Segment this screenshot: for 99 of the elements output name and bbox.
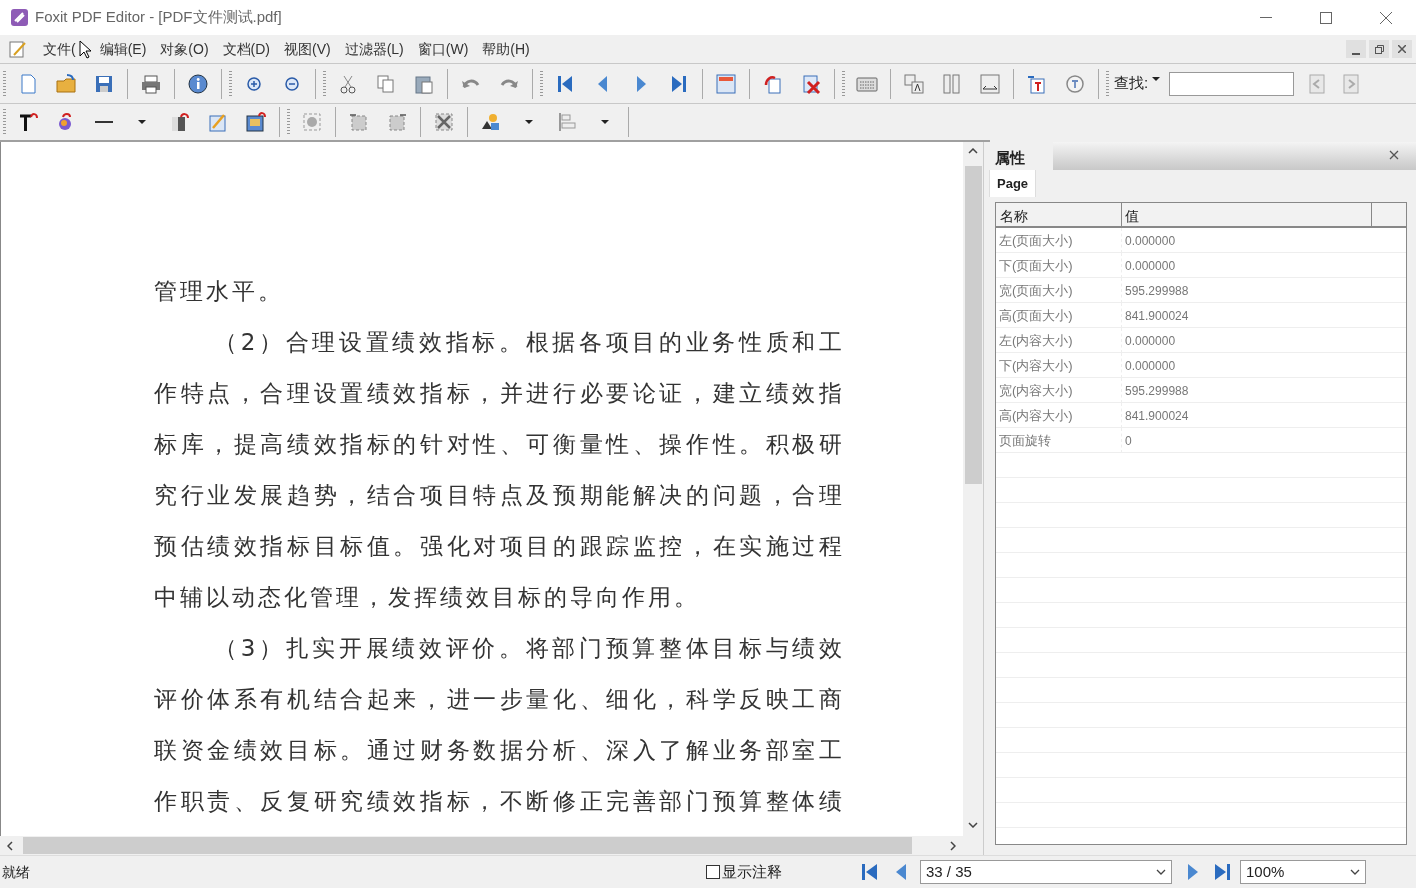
menu-item[interactable]: 视图(V) — [277, 38, 338, 60]
minimize-icon — [1260, 16, 1272, 19]
maximize-icon — [1320, 11, 1332, 24]
scroll-down-icon[interactable] — [968, 822, 978, 828]
search-field[interactable] — [1169, 71, 1295, 96]
property-name: 页面旋转 — [996, 428, 1122, 453]
group-icon[interactable] — [386, 111, 408, 133]
document-text-line: （3）扎实开展绩效评价。将部门预算整体目标与绩效 — [214, 634, 842, 663]
add-text-icon[interactable] — [17, 111, 39, 133]
close-icon[interactable] — [1389, 150, 1399, 160]
menu-item[interactable]: 过滤器(L) — [337, 38, 411, 60]
mdi-minimize-button[interactable] — [1346, 40, 1366, 58]
close-icon — [1398, 45, 1406, 53]
zoom-dropdown[interactable]: 100% — [1240, 860, 1366, 884]
scrollbar-thumb[interactable] — [23, 837, 912, 854]
scroll-up-icon[interactable] — [968, 148, 978, 154]
scrollbar-thumb[interactable] — [964, 166, 982, 484]
document-text-line: 作职责、反复研究绩效指标，不断修正完善部门预算整体绩 — [154, 787, 842, 816]
caret-icon — [1156, 869, 1166, 875]
property-value: 0.000000 — [1124, 333, 1177, 350]
next-page-icon[interactable] — [1186, 863, 1200, 881]
toolbar-grip[interactable] — [3, 109, 6, 135]
app-logo-icon — [10, 8, 29, 27]
printer-icon[interactable] — [140, 72, 162, 95]
text-spacing-icon[interactable] — [979, 72, 1001, 95]
panel-title: 属性 — [986, 142, 1053, 170]
document-edit-icon — [8, 39, 28, 59]
group-icon[interactable] — [348, 111, 370, 133]
property-name: 左(内容大小) — [996, 328, 1122, 353]
property-name: 高(内容大小) — [996, 403, 1122, 428]
close-icon — [1380, 11, 1392, 24]
document-text-line: 联资金绩效目标。通过财务数据分析、深入了解业务部室工 — [154, 736, 842, 765]
search-label: 查找: — [1114, 73, 1149, 94]
last-page-icon[interactable] — [1212, 863, 1232, 881]
toolbar-grip[interactable] — [842, 70, 845, 97]
property-value: 0 — [1124, 433, 1133, 450]
document-text-line: 预估绩效指标目标值。强化对项目的跟踪监控，在实施过程 — [154, 532, 842, 561]
property-value: 0.000000 — [1124, 233, 1177, 250]
document-text-line: 管理水平。 — [154, 277, 285, 306]
restore-icon — [1374, 44, 1384, 54]
toolbar-grip[interactable] — [229, 70, 232, 97]
property-name: 左(页面大小) — [996, 228, 1122, 253]
copy-icon[interactable] — [375, 72, 397, 95]
column-header[interactable]: 值 — [1122, 203, 1372, 226]
menu-item[interactable]: 文档(D) — [215, 38, 277, 60]
text-circle-icon[interactable] — [1064, 72, 1086, 95]
panel-tab[interactable]: Page — [989, 170, 1037, 197]
toolbar-grip[interactable] — [1106, 70, 1109, 97]
form-icon[interactable] — [715, 72, 737, 95]
menu-item[interactable]: 帮助(H) — [475, 38, 537, 60]
shapes-icon[interactable] — [480, 111, 502, 133]
property-name: 下(内容大小) — [996, 353, 1122, 378]
mdi-close-button[interactable] — [1392, 40, 1412, 58]
align-icon[interactable] — [556, 111, 578, 133]
minimize-icon — [1352, 53, 1360, 55]
document-text-line: （2）合理设置绩效指标。根据各项目的业务性质和工 — [214, 328, 842, 357]
first-page-icon[interactable] — [860, 863, 880, 881]
document-text-line: 评价体系有机结合起来，进一步量化、细化，科学反映工商 — [154, 685, 842, 714]
picture-edit-icon[interactable] — [245, 111, 267, 133]
document-text-line: 作特点，合理设置绩效指标，并进行必要论证，建立绩效指 — [154, 379, 842, 408]
show-annotations-checkbox[interactable]: 显示注释 — [706, 860, 782, 884]
menu-item[interactable]: 窗口(W) — [410, 38, 476, 60]
open-folder-icon[interactable] — [55, 72, 77, 95]
document-text-line: 中辅以动态化管理，发挥绩效目标的导向作用。 — [154, 583, 701, 612]
info-icon[interactable] — [187, 72, 209, 95]
property-name: 宽(页面大小) — [996, 278, 1122, 303]
mouse-cursor-icon — [78, 39, 91, 59]
property-value: 595.299988 — [1124, 283, 1190, 300]
window-title: Foxit PDF Editor - [PDF文件测试.pdf] — [35, 7, 282, 28]
property-value: 0.000000 — [1124, 358, 1177, 375]
menu-item[interactable]: 文件( — [36, 38, 83, 60]
delete-page-icon[interactable] — [800, 72, 822, 95]
toolbar-grip[interactable] — [540, 70, 543, 97]
column-header[interactable]: 名称 — [996, 203, 1122, 226]
caret-icon — [1350, 869, 1360, 875]
previous-page-icon[interactable] — [894, 863, 908, 881]
menu-item[interactable]: 编辑(E) — [92, 38, 154, 60]
property-value: 0.000000 — [1124, 258, 1177, 275]
shading-icon[interactable] — [169, 111, 191, 133]
document-text-line: 究行业发展趋势，结合项目特点及预期能解决的问题，合理 — [154, 481, 842, 510]
scroll-right-icon[interactable] — [950, 840, 956, 851]
ungroup-icon[interactable] — [433, 111, 455, 133]
status-text: 就绪 — [2, 862, 31, 882]
property-name: 宽(内容大小) — [996, 378, 1122, 403]
property-value: 595.299988 — [1124, 383, 1190, 400]
menu-item[interactable]: 对象(O) — [153, 38, 216, 60]
page-number-dropdown[interactable]: 33 / 35 — [920, 860, 1172, 884]
property-value: 841.900024 — [1124, 308, 1190, 325]
document-text-line: 标库，提高绩效指标的针对性、可衡量性、操作性。积极研 — [154, 430, 842, 459]
scroll-left-icon[interactable] — [7, 840, 13, 851]
property-name: 高(页面大小) — [996, 303, 1122, 328]
property-value: 841.900024 — [1124, 408, 1190, 425]
selection-icon[interactable] — [301, 111, 323, 133]
toolbar-grip[interactable] — [323, 70, 326, 97]
mdi-restore-button[interactable] — [1369, 40, 1389, 58]
text-size-icon[interactable] — [903, 72, 925, 95]
toolbar-grip[interactable] — [3, 70, 6, 97]
toolbar-grip[interactable] — [287, 109, 290, 135]
property-name: 下(页面大小) — [996, 253, 1122, 278]
